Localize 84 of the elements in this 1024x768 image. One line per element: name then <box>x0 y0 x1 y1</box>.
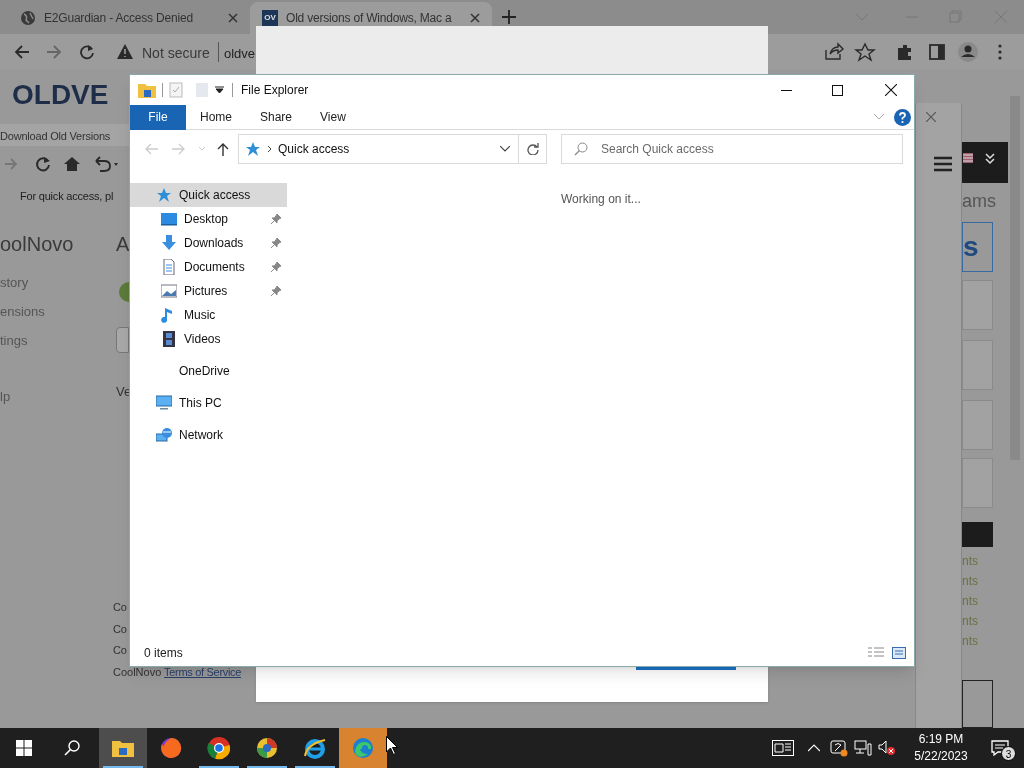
app-logo-icon <box>118 282 129 302</box>
chevron-right-icon <box>267 145 272 153</box>
navigation-buttons-drawing[interactable] <box>14 44 96 60</box>
fox-globe-icon <box>159 736 183 760</box>
pin-icon[interactable] <box>271 262 281 272</box>
mouse-pointer-icon <box>386 736 398 755</box>
tiles-view-icon[interactable] <box>892 647 906 659</box>
footer-text: Co <box>113 622 127 637</box>
letter-e-icon <box>303 736 327 760</box>
clock-time[interactable]: 6:19 PM <box>918 731 964 748</box>
sidebar-title: oolNovo <box>0 232 74 257</box>
windows-logo-icon <box>16 740 32 756</box>
star-icon <box>245 141 261 157</box>
nav-item[interactable]: Quick access <box>130 183 287 207</box>
status-text: 0 items <box>144 645 183 662</box>
document-icon <box>161 259 177 275</box>
language-bar[interactable] <box>962 142 1008 183</box>
footer-text: Co <box>113 643 127 658</box>
search-field[interactable]: Search Quick access <box>561 134 903 164</box>
nav-item[interactable]: OneDrive <box>130 359 287 383</box>
nav-item[interactable]: Network <box>130 423 287 447</box>
site-logo: OLDVE <box>12 78 109 112</box>
ribbon-tab[interactable]: Share <box>246 104 307 130</box>
window-title: File Explorer <box>241 82 309 99</box>
pin-icon[interactable] <box>271 214 281 224</box>
url-text[interactable]: oldve <box>224 44 256 64</box>
dropdown-icon[interactable] <box>215 86 224 94</box>
ribbon-tab[interactable]: Home <box>186 104 246 130</box>
nav-item[interactable]: Music <box>130 303 287 327</box>
security-label: Not secure <box>142 44 210 63</box>
loading-message: Working on it... <box>561 191 641 208</box>
nav-item[interactable]: Pictures <box>130 279 287 303</box>
film-icon <box>161 331 177 347</box>
notification-badge: 3 <box>1001 746 1016 761</box>
page-heading: A <box>116 232 130 257</box>
search-icon <box>64 740 80 756</box>
network-icon[interactable] <box>854 740 872 756</box>
monitor-icon <box>161 211 177 227</box>
menu-icon[interactable] <box>934 156 952 172</box>
nav-item[interactable]: This PC <box>130 391 287 415</box>
chrome-logo-icon <box>207 736 231 760</box>
maximize-icon[interactable] <box>832 84 843 96</box>
help-icon[interactable] <box>894 108 911 126</box>
tray-app-icon[interactable] <box>830 739 848 757</box>
section-bar <box>962 522 993 547</box>
chevron-icon[interactable] <box>500 146 510 152</box>
picture-icon <box>161 283 177 299</box>
new-tab-icon[interactable] <box>502 10 516 24</box>
pin-icon[interactable] <box>271 238 281 248</box>
section-heading: ams <box>962 190 996 213</box>
nav-item[interactable]: Videos <box>130 327 287 351</box>
colorful-circle-icon <box>255 736 279 760</box>
muted-speaker-icon[interactable] <box>878 740 896 756</box>
nav-item[interactable]: Downloads <box>130 231 287 255</box>
news-icon[interactable] <box>772 740 794 756</box>
notification-button[interactable]: 3 <box>976 728 1024 768</box>
globe-icon <box>20 10 36 26</box>
refresh-icon[interactable] <box>526 143 539 155</box>
refresh-button[interactable] <box>519 134 547 164</box>
chevron-up-icon[interactable] <box>808 744 820 752</box>
monitor-icon <box>156 395 172 411</box>
address-bar[interactable]: Quick access <box>238 134 519 164</box>
footer-text: CoolNovo <box>113 665 162 680</box>
footer-text: Co <box>113 600 127 615</box>
network-icon <box>156 427 172 443</box>
star-icon <box>156 187 172 203</box>
bookmarks-hint: For quick access, pl <box>20 189 114 204</box>
message-icon <box>991 740 1009 756</box>
nav-item[interactable]: Desktop <box>130 207 287 231</box>
logo-box: s <box>962 222 993 272</box>
search-icon <box>574 142 588 156</box>
down-arrow-icon <box>161 235 177 251</box>
close-icon[interactable] <box>885 84 897 96</box>
ribbon-tab[interactable]: View <box>306 104 360 130</box>
terms-link[interactable]: Terms of Service <box>164 664 242 681</box>
warning-icon <box>117 44 133 59</box>
site-icon: OV <box>262 10 278 26</box>
wave-circle-icon <box>351 736 375 760</box>
folder-icon[interactable] <box>138 82 156 98</box>
taskbar-app-button[interactable] <box>99 728 147 768</box>
ribbon-tab[interactable]: File <box>130 104 186 130</box>
nav-item[interactable]: Documents <box>130 255 287 279</box>
pin-icon[interactable] <box>271 286 281 296</box>
clock-date[interactable]: 5/22/2023 <box>914 748 968 765</box>
